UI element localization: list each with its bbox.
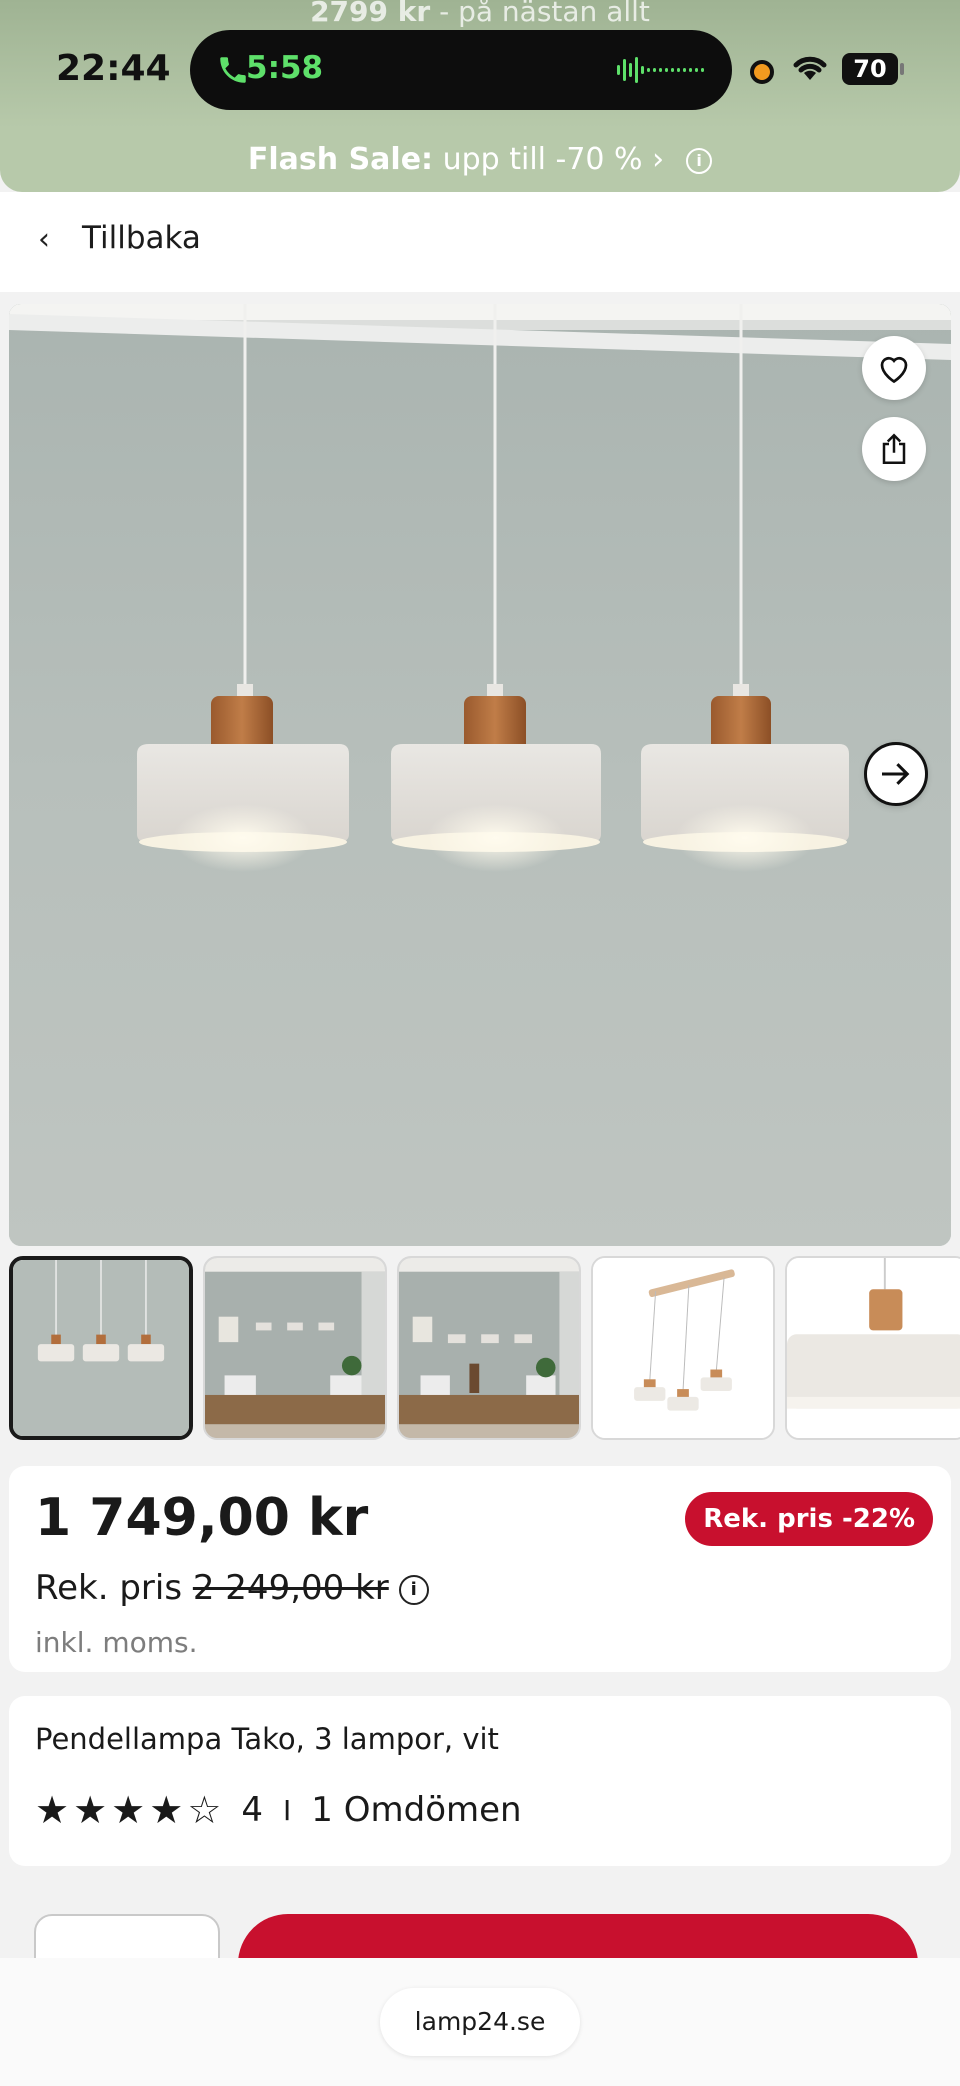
recording-dot-icon xyxy=(750,60,774,84)
product-title: Pendellampa Tako, 3 lampor, vit xyxy=(35,1722,499,1756)
flash-sale-banner[interactable]: Flash Sale: upp till -70 % › i xyxy=(0,128,960,192)
dynamic-island-call[interactable]: 5:58 xyxy=(190,30,732,110)
thumbnail-2[interactable] xyxy=(203,1256,387,1440)
recommended-price: Rek. pris 2 249,00 kr i xyxy=(35,1568,429,1608)
star-filled-icon: ★ xyxy=(149,1788,184,1832)
thumbnail-image xyxy=(787,1258,960,1438)
add-to-cart-button[interactable] xyxy=(238,1914,918,1960)
status-time: 22:44 xyxy=(56,48,171,89)
thumbnail-image xyxy=(13,1260,189,1436)
product-main-image[interactable] xyxy=(9,304,951,1246)
thumbnail-image xyxy=(593,1258,773,1438)
url-bar[interactable]: lamp24.se xyxy=(380,1988,580,2056)
thumbnail-strip xyxy=(9,1256,960,1440)
heart-icon xyxy=(880,356,908,384)
discount-badge: Rek. pris -22% xyxy=(685,1492,933,1546)
rating-row[interactable]: ★ ★ ★ ★ ☆ 4 I 1 Omdömen xyxy=(35,1788,522,1832)
star-filled-icon: ★ xyxy=(111,1788,146,1832)
share-icon xyxy=(882,433,906,464)
star-filled-icon: ★ xyxy=(73,1788,108,1832)
recommended-price-label: Rek. pris xyxy=(35,1568,193,1608)
rating-value: 4 xyxy=(241,1790,264,1830)
thumbnail-1[interactable] xyxy=(9,1256,193,1440)
flash-sale-bold: Flash Sale: xyxy=(247,142,434,177)
thumbnail-3[interactable] xyxy=(397,1256,581,1440)
info-icon[interactable]: i xyxy=(398,1574,429,1605)
star-empty-icon: ☆ xyxy=(187,1788,222,1832)
promo-ghost-bold: 2799 kr xyxy=(310,0,431,28)
share-button[interactable] xyxy=(862,417,926,481)
chevron-left-icon[interactable]: ‹ xyxy=(38,222,50,257)
thumbnail-image xyxy=(205,1258,385,1438)
promo-ghost-text: 2799 kr - på nästan allt xyxy=(0,0,960,30)
wifi-icon xyxy=(793,56,827,80)
battery-icon: 70 xyxy=(842,53,904,85)
thumbnail-4[interactable] xyxy=(591,1256,775,1440)
vat-note: inkl. moms. xyxy=(35,1626,198,1659)
favorite-button[interactable] xyxy=(862,336,926,400)
recommended-price-value: 2 249,00 kr xyxy=(192,1568,389,1608)
product-price: 1 749,00 kr xyxy=(35,1488,369,1548)
nav-bar: ‹ Tillbaka xyxy=(0,192,960,292)
phone-icon xyxy=(220,57,246,83)
reviews-link[interactable]: 1 Omdömen xyxy=(311,1790,521,1830)
thumbnail-image xyxy=(399,1258,579,1438)
rating-separator: I xyxy=(283,1793,292,1827)
add-to-cart-row xyxy=(0,1890,960,1960)
info-icon[interactable]: i xyxy=(686,147,713,174)
browser-bottom-bar: lamp24.se xyxy=(0,1958,960,2086)
promo-ghost-rest: - på nästan allt xyxy=(430,0,650,28)
flash-sale-text: upp till -70 % › xyxy=(433,142,665,177)
price-card: 1 749,00 kr Rek. pris 2 249,00 kr i inkl.… xyxy=(9,1466,951,1672)
pendant-lamp-photo xyxy=(9,304,951,1246)
quantity-stepper[interactable] xyxy=(34,1914,220,1960)
next-image-button[interactable] xyxy=(864,742,928,806)
call-duration: 5:58 xyxy=(246,50,324,86)
back-button[interactable]: Tillbaka xyxy=(82,220,201,256)
star-filled-icon: ★ xyxy=(35,1788,70,1832)
product-info-card: Pendellampa Tako, 3 lampor, vit ★ ★ ★ ★ … xyxy=(9,1696,951,1866)
top-banner: 2799 kr - på nästan allt 22:44 5:58 70 xyxy=(0,0,960,128)
audio-wave-icon xyxy=(617,56,704,84)
thumbnail-5[interactable] xyxy=(785,1256,960,1440)
arrow-right-icon xyxy=(882,763,910,785)
